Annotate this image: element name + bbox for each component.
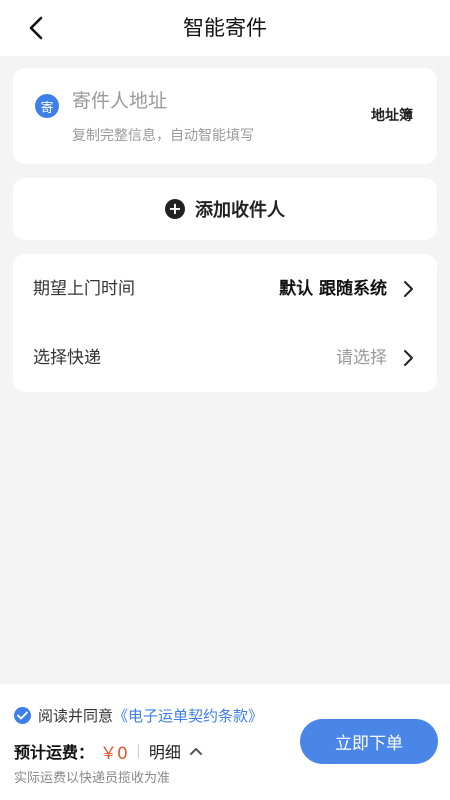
address-book-button[interactable]: 地址簿 xyxy=(371,106,413,126)
plus-circle-icon: + xyxy=(165,199,185,219)
sender-address-hint: 复制完整信息，自动智能填写 xyxy=(72,128,254,144)
chevron-up-icon[interactable] xyxy=(189,746,203,756)
express-label: 选择快递 xyxy=(33,348,101,368)
pickup-time-row[interactable]: 期望上门时间 默认 跟随系统 xyxy=(13,254,437,323)
navigation-bar: 智能寄件 xyxy=(0,0,450,56)
agree-text: 阅读并同意 xyxy=(38,706,114,725)
agree-checkbox[interactable] xyxy=(14,706,31,724)
express-select-row[interactable]: 选择快递 请选择 xyxy=(13,323,437,392)
add-receiver-label: 添加收件人 xyxy=(195,200,285,221)
sender-address-card[interactable]: 寄 寄件人地址 复制完整信息，自动智能填写 地址簿 xyxy=(13,68,437,164)
page-title: 智能寄件 xyxy=(183,16,267,40)
express-value: 请选择 xyxy=(336,348,387,368)
pickup-time-label: 期望上门时间 xyxy=(33,279,135,299)
agreement-line: 阅读并同意 《电子运单契约条款》 xyxy=(14,704,263,726)
receiver-card: + 添加收件人 xyxy=(13,178,437,240)
fee-line: 预计运费： ￥0 明细 xyxy=(14,738,203,764)
add-receiver-button[interactable]: + 添加收件人 xyxy=(13,178,437,240)
fee-value: ￥0 xyxy=(100,743,128,764)
fee-detail-button[interactable]: 明细 xyxy=(149,739,181,763)
pickup-time-value: 默认 跟随系统 xyxy=(279,279,387,299)
order-footer: 阅读并同意 《电子运单契约条款》 预计运费： ￥0 明细 实际运费以快递员揽收为… xyxy=(0,684,450,800)
shipping-options-card: 期望上门时间 默认 跟随系统 选择快递 请选择 xyxy=(13,254,437,392)
chevron-right-icon xyxy=(404,350,413,366)
fee-label: 预计运费： xyxy=(14,743,95,762)
sender-badge-icon: 寄 xyxy=(35,94,59,118)
chevron-right-icon xyxy=(404,281,413,297)
divider xyxy=(137,744,139,758)
submit-order-button[interactable]: 立即下单 xyxy=(300,719,438,764)
sender-address-title: 寄件人地址 xyxy=(72,90,168,112)
agreement-link[interactable]: 《电子运单契约条款》 xyxy=(113,705,263,726)
fee-note: 实际运费以快递员揽收为准 xyxy=(14,771,171,786)
checkmark-icon xyxy=(17,711,28,719)
